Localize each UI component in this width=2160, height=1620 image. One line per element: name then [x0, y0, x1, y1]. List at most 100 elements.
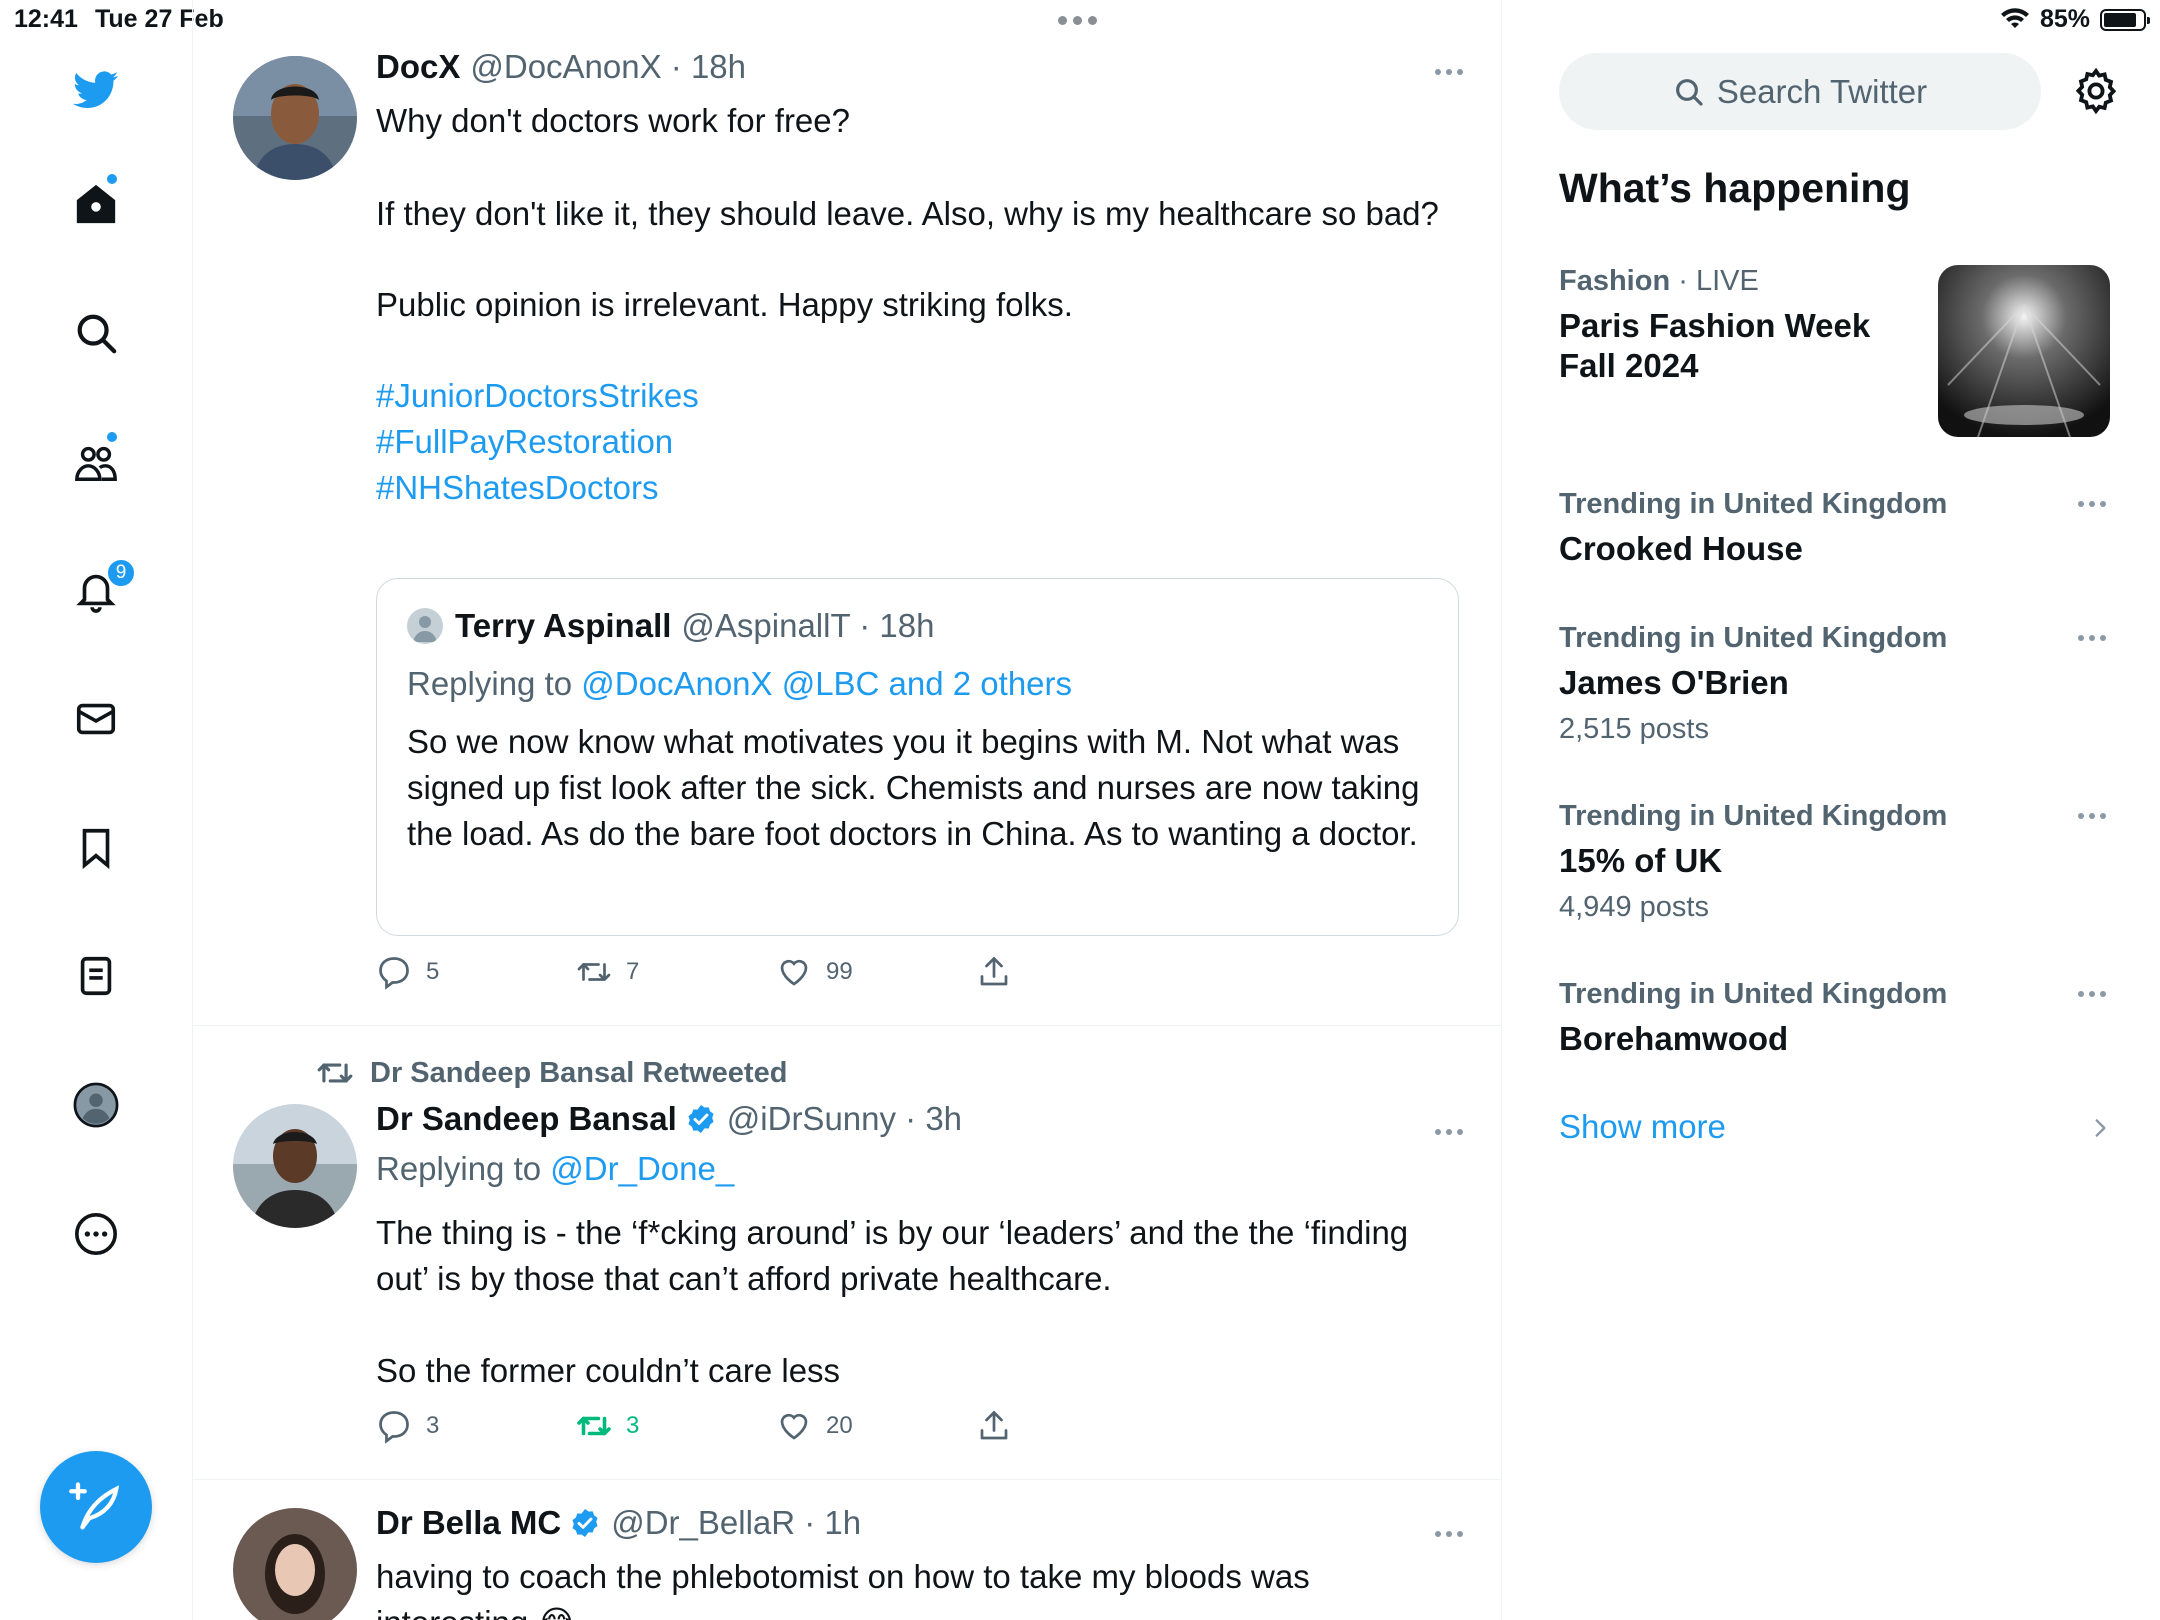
tweet-card[interactable]: DocX @DocAnonX · 18h Why don't doctors w…: [193, 0, 1502, 1025]
home-unread-dot: [107, 174, 117, 184]
whats-happening-title: What’s happening: [1559, 165, 1911, 211]
communities-icon[interactable]: [70, 436, 122, 488]
trend-meta: Trending in United Kingdom: [1559, 622, 2119, 655]
trend-category: Fashion: [1559, 265, 1671, 297]
avatar[interactable]: [233, 56, 357, 180]
trend-category: Trending in United Kingdom: [1559, 978, 1948, 1010]
trend-item[interactable]: Trending in United Kingdom Crooked House: [1559, 488, 2119, 569]
tweet-text: The thing is - the ‘f*cking around’ is b…: [376, 1210, 1446, 1394]
tweet-line: If they don't like it, they should leave…: [376, 195, 1439, 232]
home-icon[interactable]: [70, 178, 122, 230]
retweet-button[interactable]: 3: [576, 1408, 639, 1444]
tweet-card[interactable]: Dr Bella MC @Dr_BellaR · 1h having to co…: [193, 1480, 1502, 1620]
trend-meta: Trending in United Kingdom: [1559, 978, 2119, 1011]
replying-to: Replying to @Dr_Done_: [376, 1150, 734, 1188]
trend-more-options-icon[interactable]: [2072, 628, 2112, 648]
reply-count: 3: [426, 1412, 440, 1439]
trend-title: Paris Fashion Week Fall 2024: [1559, 307, 1871, 384]
quoted-avatar: [407, 608, 443, 644]
trend-post-count: 4,949 posts: [1559, 891, 1709, 923]
retweeted-by-text[interactable]: Dr Sandeep Bansal Retweeted: [370, 1057, 787, 1090]
trend-item[interactable]: Trending in United Kingdom 15% of UK 4,9…: [1559, 800, 2119, 924]
trend-more-options-icon[interactable]: [2072, 806, 2112, 826]
heart-icon: [780, 1413, 808, 1440]
twitter-logo-icon[interactable]: [70, 64, 122, 116]
replying-to-link[interactable]: @DocAnonX @LBC and 2 others: [581, 665, 1072, 702]
trend-title: Borehamwood: [1559, 1020, 1789, 1057]
search-icon: [1675, 78, 1703, 106]
notifications-badge: 9: [106, 558, 136, 588]
trend-post-count: 2,515 posts: [1559, 713, 1709, 745]
right-sidebar: Search Twitter What’s happening Fashion …: [1502, 0, 2160, 1620]
retweet-button[interactable]: 7: [576, 954, 639, 990]
quoted-author-handle: @AspinallT · 18h: [681, 607, 935, 644]
search-icon[interactable]: [70, 307, 122, 359]
retweet-count: 3: [626, 1412, 640, 1439]
timeline: DocX @DocAnonX · 18h Why don't doctors w…: [193, 0, 1502, 1620]
tweet-line: Why don't doctors work for free?: [376, 102, 850, 139]
tweet-text: having to coach the phlebotomist on how …: [376, 1554, 1446, 1620]
tweet-more-options-icon[interactable]: [1429, 62, 1469, 82]
trend-category: Trending in United Kingdom: [1559, 800, 1948, 832]
reply-button[interactable]: 3: [376, 1408, 439, 1444]
like-button[interactable]: 99: [776, 954, 853, 990]
gear-icon[interactable]: [2072, 67, 2120, 115]
more-options-icon[interactable]: [70, 1208, 122, 1260]
avatar[interactable]: [233, 1508, 357, 1620]
hashtag-link[interactable]: #NHShatesDoctors: [376, 465, 1446, 511]
trend-item[interactable]: Trending in United Kingdom Borehamwood: [1559, 978, 2119, 1059]
retweet-icon: [577, 963, 611, 981]
tweet-line: having to coach the phlebotomist on how …: [376, 1558, 1310, 1620]
author-handle[interactable]: @DocAnonX · 18h: [470, 48, 746, 86]
reply-button[interactable]: 5: [376, 954, 439, 990]
retweet-icon: [577, 1416, 611, 1436]
retweet-icon: [317, 1063, 353, 1083]
author-name[interactable]: DocX: [376, 48, 460, 86]
feather-plus-icon: [69, 1482, 120, 1530]
quoted-tweet[interactable]: Terry Aspinall @AspinallT · 18h Replying…: [376, 578, 1459, 936]
lists-icon[interactable]: [70, 950, 122, 1002]
left-navigation: 9: [0, 0, 193, 1620]
trend-live-label: · LIVE: [1670, 265, 1759, 297]
tweet-actions: 3 3 20: [376, 1408, 1076, 1448]
search-input[interactable]: Search Twitter: [1559, 53, 2041, 130]
profile-avatar-icon[interactable]: [70, 1079, 122, 1131]
trend-image[interactable]: [1938, 265, 2110, 437]
share-icon: [980, 1411, 1008, 1440]
trend-title: Crooked House: [1559, 530, 1803, 567]
tweet-actions: 5 7 99: [376, 954, 1076, 994]
trend-item[interactable]: Trending in United Kingdom James O'Brien…: [1559, 622, 2119, 746]
trend-more-options-icon[interactable]: [2072, 984, 2112, 1004]
hashtag-link[interactable]: #FullPayRestoration: [376, 419, 1446, 465]
hashtag-link[interactable]: #JuniorDoctorsStrikes: [376, 373, 1446, 419]
author-name[interactable]: Dr Bella MC: [376, 1504, 561, 1542]
show-more-link[interactable]: Show more: [1559, 1108, 1726, 1146]
share-button[interactable]: [976, 954, 1012, 990]
author-handle[interactable]: @Dr_BellaR · 1h: [611, 1504, 861, 1542]
like-count: 20: [826, 1412, 853, 1439]
author-handle[interactable]: @iDrSunny · 3h: [727, 1100, 962, 1138]
compose-tweet-button[interactable]: [40, 1451, 152, 1563]
quoted-replying-to: Replying to @DocAnonX @LBC and 2 others: [407, 665, 1072, 703]
replying-to-link[interactable]: @Dr_Done_: [550, 1150, 734, 1187]
tweet-card[interactable]: Dr Sandeep Bansal Retweeted Dr Sandeep B…: [193, 1026, 1502, 1479]
reply-count: 5: [426, 958, 440, 985]
like-button[interactable]: 20: [776, 1408, 853, 1444]
share-button[interactable]: [976, 1408, 1012, 1444]
chevron-right-icon[interactable]: [2087, 1115, 2113, 1141]
trend-title: James O'Brien: [1559, 664, 1789, 701]
trend-meta: Trending in United Kingdom: [1559, 488, 2119, 521]
avatar[interactable]: [233, 1104, 357, 1228]
retweeted-by-line: Dr Sandeep Bansal Retweeted: [316, 1054, 787, 1092]
quoted-text: So we now know what motivates you it beg…: [407, 723, 1420, 852]
tweet-more-options-icon[interactable]: [1429, 1122, 1469, 1142]
verified-badge-icon: [688, 1105, 714, 1133]
bookmarks-icon[interactable]: [70, 822, 122, 874]
tweet-line: Public opinion is irrelevant. Happy stri…: [376, 286, 1073, 323]
heart-icon: [780, 959, 808, 986]
messages-envelope-icon[interactable]: [70, 693, 122, 745]
author-name[interactable]: Dr Sandeep Bansal: [376, 1100, 677, 1138]
trend-more-options-icon[interactable]: [2072, 494, 2112, 514]
quoted-author-name: Terry Aspinall: [455, 607, 672, 644]
tweet-more-options-icon[interactable]: [1429, 1524, 1469, 1544]
